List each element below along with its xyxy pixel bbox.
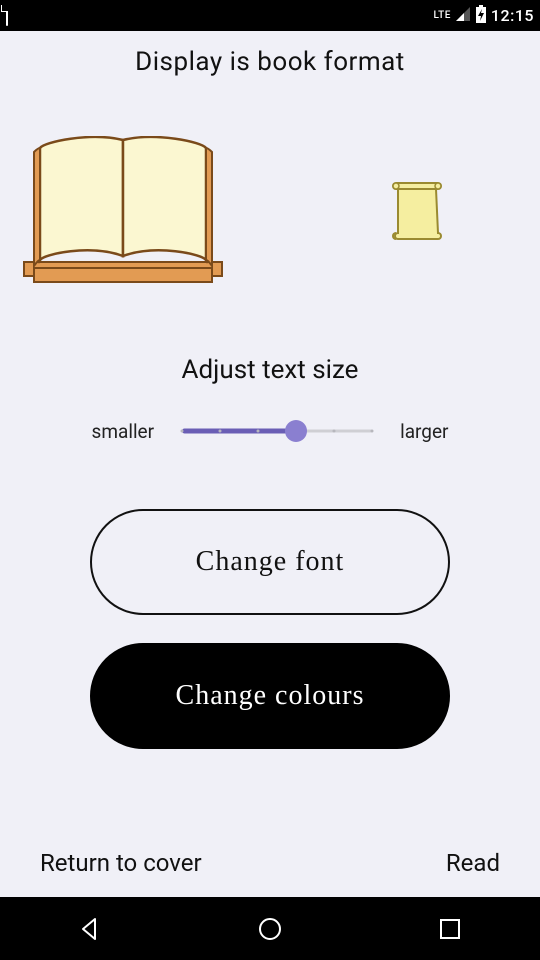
scroll-format-option[interactable] [312, 175, 522, 247]
page-title: Display is book format [135, 47, 405, 77]
android-nav-bar [0, 897, 540, 960]
settings-panel: Display is book format Adjust text [0, 31, 540, 897]
sd-card-icon [6, 6, 8, 25]
text-size-slider-row: smaller larger [0, 415, 540, 447]
return-to-cover-button[interactable]: Return to cover [40, 849, 202, 877]
change-colours-button[interactable]: Change colours [90, 643, 450, 749]
text-size-slider[interactable] [182, 415, 372, 447]
book-icon [20, 136, 226, 286]
slider-label-larger: larger [400, 420, 448, 443]
book-format-option[interactable] [18, 136, 228, 286]
lte-icon: LTE [433, 11, 450, 21]
signal-icon [455, 6, 471, 26]
slider-label-smaller: smaller [92, 420, 155, 443]
read-button[interactable]: Read [446, 849, 500, 877]
home-icon [257, 916, 283, 942]
status-bar: LTE 12:15 [0, 0, 540, 31]
status-clock: 12:15 [491, 6, 534, 25]
nav-home-button[interactable] [230, 907, 310, 951]
text-size-heading: Adjust text size [182, 355, 359, 385]
nav-recent-button[interactable] [410, 907, 490, 951]
back-icon [77, 916, 103, 942]
recent-icon [437, 916, 463, 942]
nav-back-button[interactable] [50, 907, 130, 951]
scroll-icon [388, 175, 446, 247]
battery-icon [475, 5, 487, 27]
slider-thumb[interactable] [285, 420, 307, 442]
format-options [0, 111, 540, 311]
footer-actions: Return to cover Read [0, 831, 540, 895]
change-font-button[interactable]: Change font [90, 509, 450, 615]
